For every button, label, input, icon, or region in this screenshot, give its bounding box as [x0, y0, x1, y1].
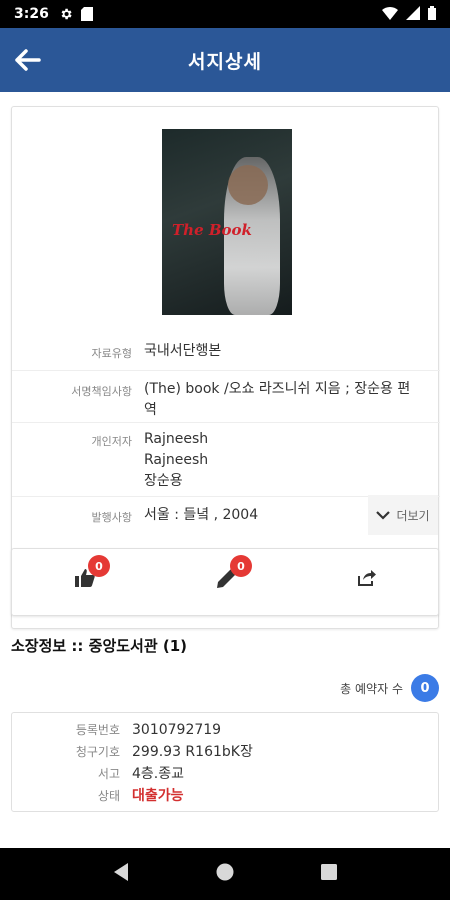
- info-label: 개인저자: [91, 435, 132, 448]
- back-button[interactable]: [10, 42, 46, 78]
- author-name: Rajneesh: [144, 452, 209, 468]
- holding-value: 3010792719: [132, 722, 222, 738]
- status-time: 3:26: [14, 6, 49, 22]
- review-button[interactable]: 0: [212, 555, 252, 591]
- app-bar: 서지상세: [0, 28, 450, 92]
- author-name: 장순용: [144, 473, 183, 489]
- info-row-title-statement: 서명책임사항 (The) book /오쇼 라즈니쉬 지음 ; 장순용 편역: [12, 371, 440, 423]
- holding-value: 299.93 R161bK장: [132, 744, 253, 760]
- review-count-badge: 0: [230, 555, 252, 577]
- holding-row-location: 서고 4층.종교: [12, 763, 440, 785]
- info-value: 국내서단행본: [144, 343, 222, 359]
- share-icon: [358, 570, 376, 586]
- square-recents-icon: [320, 864, 337, 880]
- sd-card-icon: [80, 7, 93, 21]
- like-button[interactable]: 0: [70, 555, 110, 591]
- holding-label: 청구기호: [75, 745, 120, 759]
- wifi-icon: [382, 5, 398, 24]
- author-list: Rajneesh Rajneesh 장순용: [144, 429, 422, 492]
- holding-row-call-number: 청구기호 299.93 R161bK장: [12, 741, 440, 763]
- chevron-down-icon: [376, 511, 391, 520]
- info-row-material-type: 자료유형 국내서단행본: [12, 333, 440, 371]
- signal-icon: [406, 5, 420, 24]
- reservation-summary: 총 예약자 수 0: [340, 674, 439, 702]
- holding-item-card[interactable]: 등록번호 3010792719 청구기호 299.93 R161bK장 서고 4…: [11, 712, 439, 812]
- book-cover-image[interactable]: The Book: [162, 129, 292, 315]
- info-label: 서명책임사항: [71, 385, 132, 398]
- info-label: 발행사항: [91, 511, 132, 524]
- action-bar: 0 0: [11, 548, 439, 616]
- info-label: 자료유형: [91, 347, 132, 360]
- author-name: Rajneesh: [144, 431, 209, 447]
- book-cover-title: The Book: [172, 221, 252, 239]
- holdings-title: 소장정보 :: 중앙도서관 (1): [11, 637, 188, 655]
- nav-recents-button[interactable]: [320, 863, 338, 885]
- nav-back-button[interactable]: [112, 862, 130, 886]
- nav-home-button[interactable]: [215, 862, 235, 886]
- like-count-badge: 0: [88, 555, 110, 577]
- holding-label: 서고: [97, 767, 120, 781]
- holding-row-status: 상태 대출가능: [12, 785, 440, 807]
- system-nav-bar: [0, 848, 450, 900]
- circle-home-icon: [216, 863, 234, 881]
- triangle-back-icon: [114, 863, 129, 881]
- reserve-label: 총 예약자 수: [340, 681, 403, 696]
- holding-label: 등록번호: [75, 723, 120, 737]
- battery-icon: [428, 5, 436, 24]
- share-button[interactable]: [352, 565, 382, 591]
- info-row-personal-author: 개인저자 Rajneesh Rajneesh 장순용: [12, 423, 440, 497]
- page-title: 서지상세: [188, 50, 262, 73]
- status-badge: 대출가능: [132, 788, 184, 804]
- reserve-count-badge[interactable]: 0: [411, 674, 439, 702]
- content-area: The Book 자료유형 국내서단행본 서명책임사항 (The) book /…: [0, 92, 450, 848]
- status-bar: 3:26: [0, 0, 450, 28]
- info-value: (The) book /오쇼 라즈니쉬 지음 ; 장순용 편역: [144, 381, 411, 418]
- arrow-left-icon: [15, 49, 41, 71]
- settings-icon: [59, 7, 73, 21]
- more-button[interactable]: 더보기: [368, 495, 438, 535]
- more-label: 더보기: [396, 508, 430, 523]
- holding-value: 4층.종교: [132, 766, 184, 782]
- holding-label: 상태: [97, 789, 120, 803]
- holding-row-registration: 등록번호 3010792719: [12, 719, 440, 741]
